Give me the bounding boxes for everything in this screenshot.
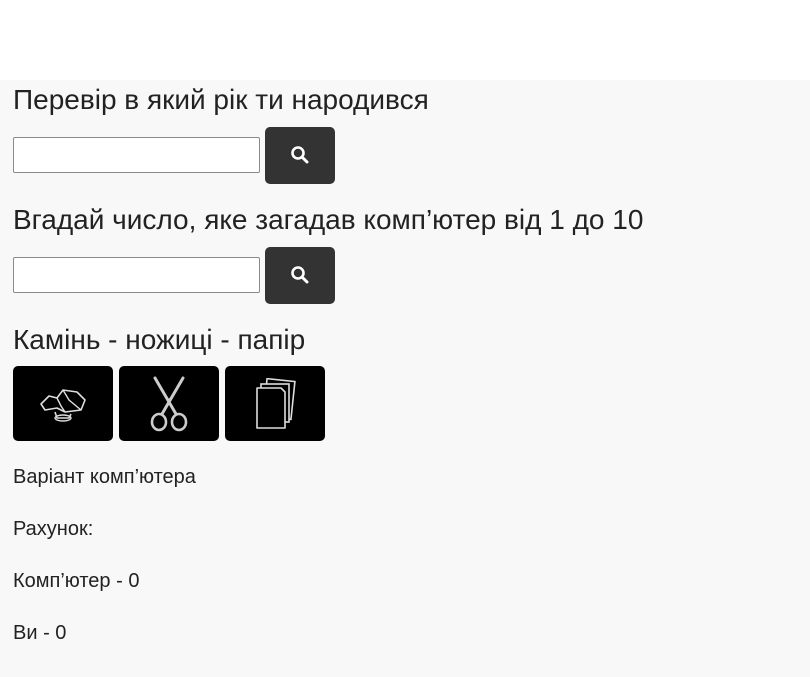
main-content: Перевір в який рік ти народився Вгадай ч… <box>0 80 810 677</box>
scissors-button[interactable] <box>119 366 219 441</box>
paper-icon <box>256 377 296 429</box>
score-label: Рахунок: <box>13 518 94 540</box>
rps-title: Камінь - ножиці - папір <box>13 324 306 355</box>
guess-number-title: Вгадай число, яке загадав комп’ютер від … <box>13 204 644 235</box>
guess-number-row <box>13 246 810 304</box>
scissors-icon <box>150 376 188 431</box>
rock-icon <box>40 388 86 422</box>
year-check-row <box>13 126 810 184</box>
search-icon <box>291 266 309 284</box>
search-icon <box>291 146 309 164</box>
rps-buttons <box>13 366 810 441</box>
year-search-button[interactable] <box>265 126 335 184</box>
user-score: Ви - 0 <box>13 622 67 644</box>
year-check-title: Перевір в який рік ти народився <box>13 84 429 115</box>
paper-button[interactable] <box>225 366 325 441</box>
rock-button[interactable] <box>13 366 113 441</box>
computer-score: Комп’ютер - 0 <box>13 570 140 592</box>
guess-search-button[interactable] <box>265 246 335 304</box>
guess-input[interactable] <box>13 257 260 293</box>
computer-choice-label: Варіант комп’ютера <box>13 466 196 488</box>
top-header-area <box>0 0 810 80</box>
year-input[interactable] <box>13 137 260 173</box>
